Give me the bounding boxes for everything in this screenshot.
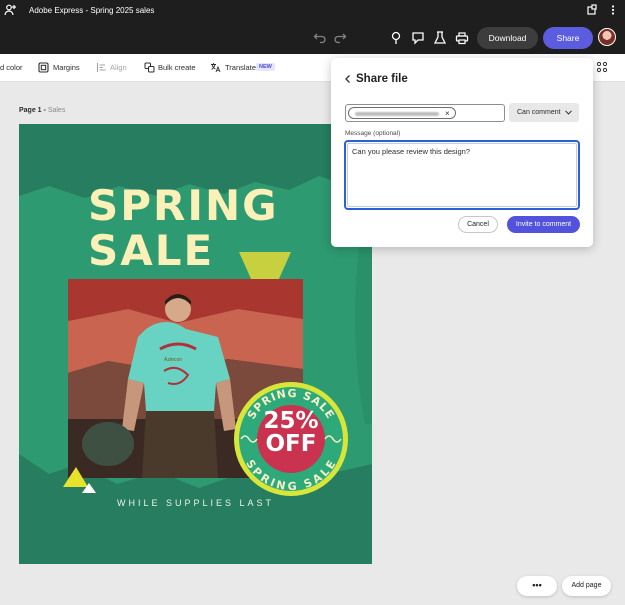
email-chip: × xyxy=(348,107,456,119)
permission-dropdown[interactable]: Can comment xyxy=(509,103,579,122)
layout-graph-icon[interactable] xyxy=(596,61,608,73)
share-file-panel: Share file × Can comment Message (option… xyxy=(331,58,593,247)
chevron-down-icon xyxy=(565,110,572,115)
seal-percent: 25% xyxy=(263,408,319,434)
toolbar-color[interactable]: d color xyxy=(0,63,23,72)
toolbar-translate[interactable]: Translate xyxy=(225,63,256,72)
print-icon[interactable] xyxy=(454,30,470,46)
add-collaborator-icon xyxy=(4,4,16,16)
redo-icon[interactable] xyxy=(332,29,348,45)
toolbar-bulk-create[interactable]: Bulk create xyxy=(158,63,196,72)
page-name[interactable]: Sales xyxy=(48,107,66,114)
remove-email-icon[interactable]: × xyxy=(445,108,450,119)
invite-to-comment-button[interactable]: Invite to comment xyxy=(507,216,580,233)
title-bar: Adobe Express - Spring 2025 sales xyxy=(0,0,625,21)
add-page-button[interactable]: Add page xyxy=(562,576,611,596)
new-badge: NEW xyxy=(256,63,275,71)
cancel-button[interactable]: Cancel xyxy=(458,216,498,233)
redacted-email xyxy=(355,112,439,116)
email-recipients-field[interactable]: × xyxy=(345,104,505,122)
message-textarea[interactable]: Can you please review this design? xyxy=(344,140,580,210)
window-title: Adobe Express - Spring 2025 sales xyxy=(29,6,155,15)
pin-icon[interactable] xyxy=(388,30,404,46)
svg-text:Aztecon: Aztecon xyxy=(164,357,182,363)
download-button[interactable]: Download xyxy=(477,27,538,49)
beaker-icon[interactable] xyxy=(432,30,448,46)
align-icon xyxy=(96,63,106,72)
headline-line1: SPRING xyxy=(88,181,279,230)
small-triangles-graphic xyxy=(63,467,96,493)
toolbar-align[interactable]: Align xyxy=(110,63,127,72)
message-text: Can you please review this design? xyxy=(352,147,470,156)
comment-icon[interactable] xyxy=(410,30,426,46)
margins-icon xyxy=(38,62,49,73)
more-options-button[interactable]: ••• xyxy=(517,576,557,596)
translate-icon xyxy=(211,63,221,73)
share-button[interactable]: Share xyxy=(543,27,593,49)
bulk-create-icon xyxy=(144,62,155,73)
seal-off: OFF xyxy=(265,431,317,457)
permission-value: Can comment xyxy=(517,109,561,116)
design-canvas[interactable]: SPRING SALE Aztecon SPRING SALE SPRING S… xyxy=(19,124,372,564)
page-label: Page 1 - Sales xyxy=(19,107,65,114)
kebab-menu-icon[interactable] xyxy=(607,4,619,16)
back-chevron-icon[interactable] xyxy=(343,74,353,84)
toolbar-margins[interactable]: Margins xyxy=(53,63,80,72)
page-number: Page 1 - xyxy=(19,107,46,114)
undo-icon[interactable] xyxy=(312,29,328,45)
extensions-icon[interactable] xyxy=(586,4,598,16)
share-panel-title: Share file xyxy=(356,73,408,85)
tagline: WHILE SUPPLIES LAST xyxy=(116,498,275,508)
avatar[interactable] xyxy=(598,28,616,46)
message-label: Message (optional) xyxy=(345,130,401,137)
